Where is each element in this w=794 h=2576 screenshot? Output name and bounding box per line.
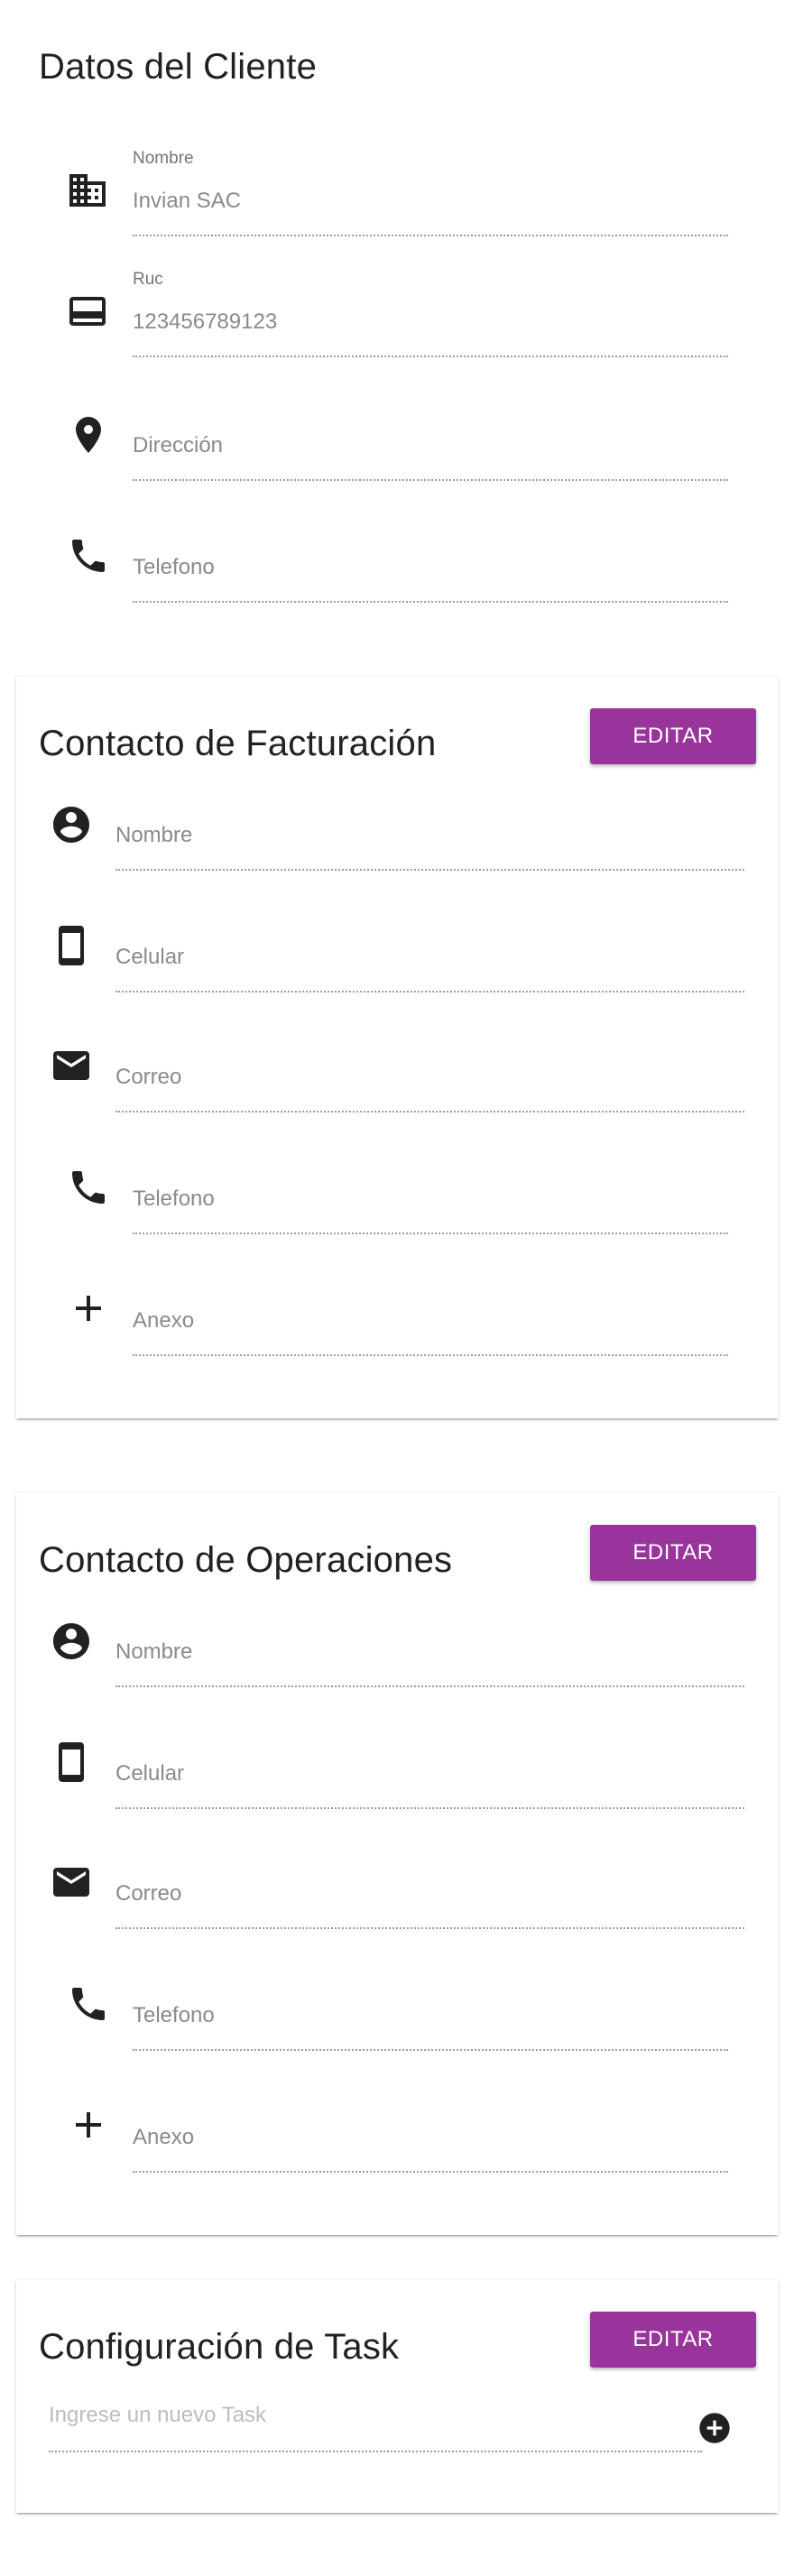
task-edit-button[interactable]: EDITAR: [590, 2312, 756, 2368]
billing-cell-placeholder: Celular: [115, 945, 185, 969]
client-ruc-label: Ruc: [133, 270, 163, 289]
account-circle-icon: [50, 1620, 93, 1663]
operations-name-field[interactable]: Nombre: [115, 1630, 744, 1688]
phone-icon: [67, 1166, 110, 1209]
client-phone-placeholder: Telefono: [133, 555, 215, 579]
plus-icon: [67, 2103, 110, 2147]
billing-contact-card: Contacto de Facturación EDITAR Nombre Ce…: [16, 677, 778, 1418]
operations-contact-card: Contacto de Operaciones EDITAR Nombre Ce…: [16, 1493, 778, 2235]
client-ruc-value: 123456789123: [133, 309, 278, 334]
credit-card-icon: [66, 290, 109, 333]
operations-cell-placeholder: Celular: [115, 1761, 185, 1786]
operations-name-placeholder: Nombre: [115, 1639, 193, 1664]
billing-phone-placeholder: Telefono: [133, 1186, 215, 1211]
client-name-label: Nombre: [133, 149, 194, 168]
client-address-placeholder: Dirección: [133, 433, 224, 457]
billing-cell-underline: [115, 991, 744, 993]
account-circle-icon: [50, 803, 93, 846]
client-section-title: Datos del Cliente: [39, 47, 318, 87]
operations-section-title: Contacto de Operaciones: [39, 1540, 453, 1580]
smartphone-icon: [50, 924, 93, 967]
operations-edit-button[interactable]: EDITAR: [590, 1525, 756, 1581]
new-task-input[interactable]: Ingrese un nuevo Task: [49, 2396, 702, 2453]
operations-phone-field[interactable]: Telefono: [133, 1994, 728, 2052]
add-circle-icon[interactable]: [697, 2410, 733, 2446]
operations-annex-placeholder: Anexo: [133, 2125, 195, 2149]
client-ruc-underline: [133, 355, 728, 357]
billing-section-title: Contacto de Facturación: [39, 724, 437, 763]
operations-phone-placeholder: Telefono: [133, 2003, 215, 2027]
billing-annex-placeholder: Anexo: [133, 1308, 195, 1333]
client-ruc-field[interactable]: Ruc 123456789123: [133, 270, 728, 358]
client-address-underline: [133, 479, 728, 481]
new-task-underline: [49, 2451, 702, 2452]
client-phone-underline: [133, 601, 728, 603]
business-icon: [66, 169, 109, 212]
billing-email-underline: [115, 1111, 744, 1113]
billing-name-underline: [115, 869, 744, 871]
client-name-value: Invian SAC: [133, 189, 242, 213]
mail-icon: [50, 1044, 93, 1087]
phone-icon: [67, 534, 110, 577]
billing-cell-field[interactable]: Celular: [115, 936, 744, 993]
operations-phone-underline: [133, 2049, 728, 2051]
client-phone-field[interactable]: Telefono: [133, 546, 728, 604]
operations-email-field[interactable]: Correo: [115, 1872, 744, 1930]
plus-icon: [67, 1287, 110, 1330]
operations-cell-field[interactable]: Celular: [115, 1752, 744, 1810]
billing-edit-button[interactable]: EDITAR: [590, 708, 756, 764]
billing-phone-underline: [133, 1233, 728, 1234]
operations-cell-underline: [115, 1807, 744, 1809]
billing-name-placeholder: Nombre: [115, 823, 193, 847]
client-address-field[interactable]: Dirección: [133, 424, 728, 482]
client-detail-page: Datos del Cliente Nombre Invian SAC Ruc …: [0, 0, 794, 2576]
billing-email-field[interactable]: Correo: [115, 1056, 744, 1113]
location-pin-icon: [67, 413, 110, 457]
billing-annex-underline: [133, 1354, 728, 1356]
client-name-field[interactable]: Nombre Invian SAC: [133, 149, 728, 237]
billing-phone-field[interactable]: Telefono: [133, 1177, 728, 1235]
phone-icon: [67, 1982, 110, 2026]
operations-email-placeholder: Correo: [115, 1881, 182, 1906]
smartphone-icon: [50, 1740, 93, 1784]
new-task-placeholder: Ingrese un nuevo Task: [49, 2403, 267, 2427]
operations-annex-underline: [133, 2171, 728, 2173]
operations-email-underline: [115, 1927, 744, 1929]
task-config-card: Configuración de Task EDITAR Ingrese un …: [16, 2280, 778, 2513]
operations-annex-field[interactable]: Anexo: [133, 2116, 728, 2174]
billing-email-placeholder: Correo: [115, 1065, 182, 1089]
billing-name-field[interactable]: Nombre: [115, 814, 744, 872]
client-name-underline: [133, 235, 728, 236]
task-section-title: Configuración de Task: [39, 2327, 400, 2367]
billing-annex-field[interactable]: Anexo: [133, 1299, 728, 1357]
operations-name-underline: [115, 1685, 744, 1687]
mail-icon: [50, 1860, 93, 1904]
